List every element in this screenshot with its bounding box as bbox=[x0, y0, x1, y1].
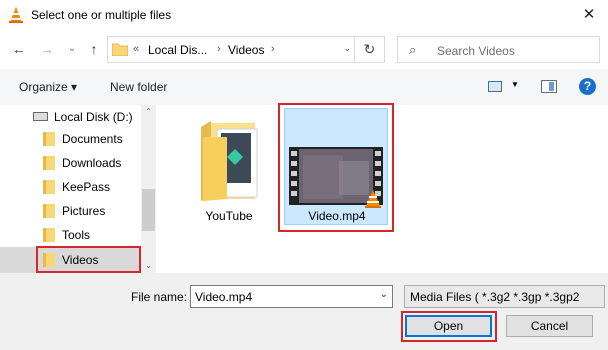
folder-icon bbox=[43, 204, 55, 218]
breadcrumb-videos[interactable]: Videos bbox=[228, 43, 264, 57]
file-name-value: Video.mp4 bbox=[195, 290, 253, 304]
highlight-box bbox=[278, 103, 394, 232]
forward-icon[interactable]: → bbox=[38, 40, 56, 58]
title-bar: Select one or multiple files ✕ bbox=[0, 0, 608, 31]
back-icon[interactable]: ← bbox=[10, 40, 28, 58]
sidebar-item-keepass[interactable]: KeePass bbox=[0, 175, 140, 199]
file-type-select[interactable]: Media Files ( *.3g2 *.3gp *.3gp2 bbox=[404, 285, 605, 308]
sidebar-item-pictures[interactable]: Pictures bbox=[0, 199, 140, 223]
search-input[interactable]: Search Videos bbox=[437, 44, 515, 58]
navigation-bar: ← → ⌄ ↑ « Local Dis... › Videos › ⌄ ↻ ⌕ … bbox=[0, 31, 608, 69]
file-name-field[interactable]: Video.mp4 ⌄ bbox=[190, 285, 393, 308]
change-view-icon[interactable] bbox=[488, 81, 502, 92]
drive-icon bbox=[33, 112, 48, 121]
dialog-footer: File name: Video.mp4 ⌄ Media Files ( *.3… bbox=[0, 273, 608, 350]
folder-icon bbox=[43, 228, 55, 242]
breadcrumb-overflow-icon[interactable]: « bbox=[133, 43, 139, 55]
cancel-button[interactable]: Cancel bbox=[506, 315, 593, 337]
sidebar-item-label: Local Disk (D:) bbox=[54, 110, 133, 124]
new-folder-button[interactable]: New folder bbox=[110, 80, 167, 94]
navigation-pane: Local Disk (D:) Documents Downloads KeeP… bbox=[0, 105, 156, 273]
sidebar-item-label: Documents bbox=[62, 132, 123, 146]
sidebar-item-label: Tools bbox=[62, 228, 91, 242]
breadcrumb-separator: › bbox=[217, 43, 221, 55]
sidebar-item-label: KeePass bbox=[62, 180, 111, 194]
help-icon[interactable]: ? bbox=[579, 78, 596, 95]
search-icon: ⌕ bbox=[409, 42, 417, 57]
up-icon[interactable]: ↑ bbox=[85, 40, 103, 58]
highlight-box bbox=[36, 246, 141, 273]
breadcrumb-local-disk[interactable]: Local Dis... bbox=[148, 43, 207, 57]
file-item-label: YouTube bbox=[205, 209, 253, 223]
folder-icon bbox=[201, 121, 258, 201]
file-name-label: File name: bbox=[131, 290, 188, 304]
command-toolbar: Organize ▾ New folder ▼ ? bbox=[0, 69, 608, 105]
scroll-down-icon[interactable]: ⌄ bbox=[141, 259, 156, 273]
organize-button[interactable]: Organize ▾ bbox=[19, 80, 77, 94]
folder-icon bbox=[112, 43, 128, 56]
close-button[interactable]: ✕ bbox=[576, 4, 602, 26]
preview-pane-icon[interactable] bbox=[541, 80, 557, 93]
search-box[interactable]: ⌕ Search Videos bbox=[397, 36, 600, 63]
folder-icon bbox=[43, 180, 55, 194]
file-item-youtube[interactable]: YouTube bbox=[189, 113, 269, 227]
address-bar[interactable]: « Local Dis... › Videos › ⌄ ↻ bbox=[107, 36, 385, 63]
refresh-icon[interactable]: ↻ bbox=[354, 37, 384, 62]
recent-locations-icon[interactable]: ⌄ bbox=[63, 40, 81, 58]
sidebar-item-label: Pictures bbox=[62, 204, 106, 218]
breadcrumb-separator: › bbox=[271, 43, 275, 55]
window-title: Select one or multiple files bbox=[31, 8, 172, 22]
sidebar-item-local-disk[interactable]: Local Disk (D:) bbox=[0, 105, 140, 129]
file-name-dropdown-icon[interactable]: ⌄ bbox=[380, 289, 388, 300]
file-type-value: Media Files ( *.3g2 *.3gp *.3gp2 bbox=[410, 290, 580, 304]
sidebar-item-downloads[interactable]: Downloads bbox=[0, 151, 140, 175]
folder-icon bbox=[43, 132, 55, 146]
file-list: YouTube Video.mp4 bbox=[156, 103, 608, 273]
sidebar-scrollbar[interactable]: ⌃ ⌄ bbox=[141, 105, 156, 273]
scroll-up-icon[interactable]: ⌃ bbox=[141, 105, 156, 119]
sidebar-item-label: Downloads bbox=[62, 156, 122, 170]
view-dropdown-icon[interactable]: ▼ bbox=[511, 80, 519, 89]
scrollbar-thumb[interactable] bbox=[142, 189, 155, 231]
highlight-box bbox=[401, 311, 497, 342]
folder-icon bbox=[43, 156, 55, 170]
sidebar-item-tools[interactable]: Tools bbox=[0, 223, 140, 247]
vlc-icon bbox=[9, 7, 23, 23]
sidebar-item-documents[interactable]: Documents bbox=[0, 127, 140, 151]
address-dropdown-icon[interactable]: ⌄ bbox=[343, 43, 351, 54]
